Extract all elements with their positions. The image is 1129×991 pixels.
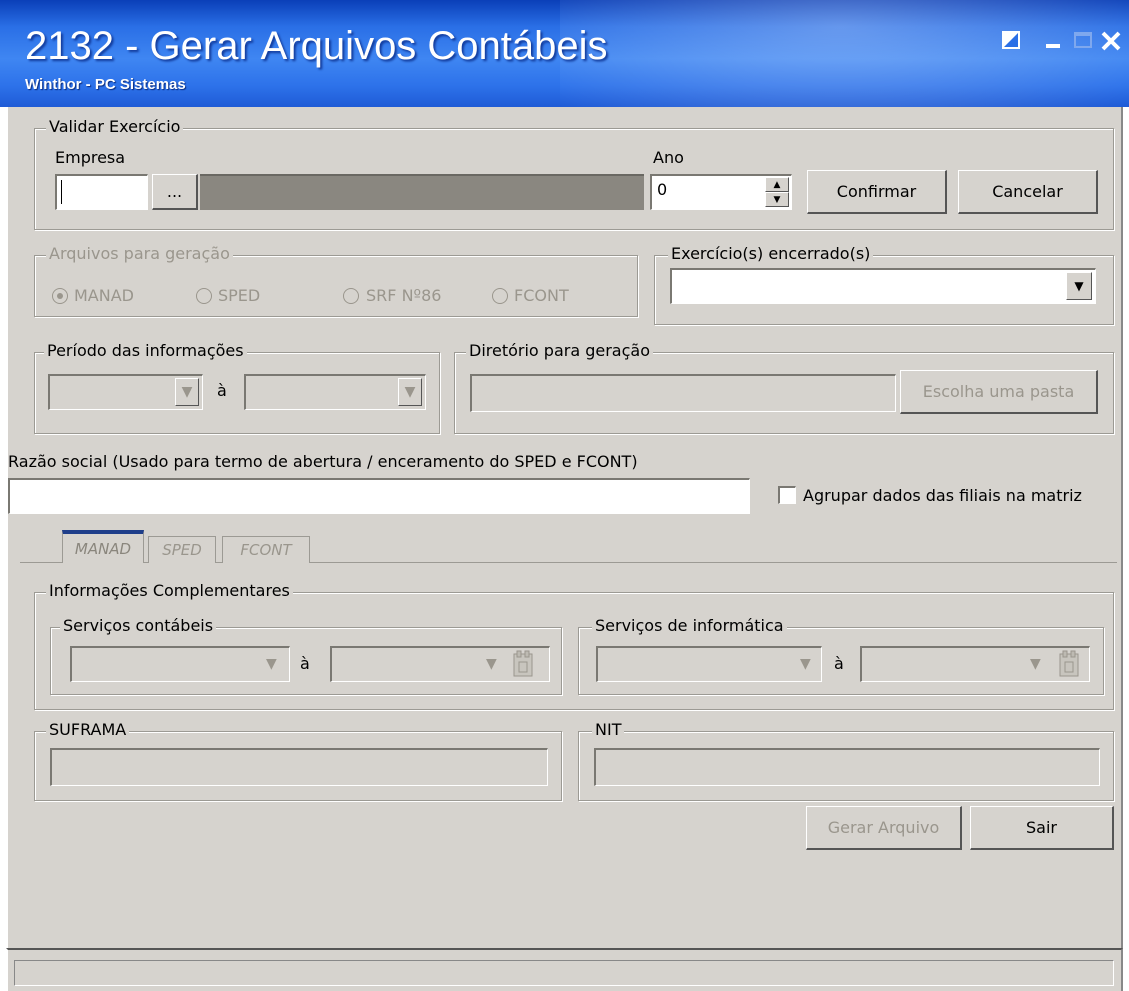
periodo-separator: à	[217, 381, 227, 400]
nit-legend: NIT	[592, 720, 625, 740]
radio-sped[interactable]	[196, 288, 212, 304]
informatica-separator: à	[834, 654, 844, 673]
tab-fcont[interactable]: FCONT	[222, 536, 310, 563]
ano-label: Ano	[653, 148, 684, 167]
informatica-fim-chevron-icon[interactable]: ▼	[1030, 656, 1041, 672]
maximize-icon[interactable]	[1072, 30, 1094, 52]
arquivos-legend: Arquivos para geração	[46, 244, 233, 264]
exercicios-select[interactable]	[670, 268, 1096, 304]
radio-sped-label: SPED	[218, 286, 261, 305]
sair-button[interactable]: Sair	[970, 806, 1114, 850]
empresa-lookup-button[interactable]: ...	[152, 174, 198, 210]
razao-social-input[interactable]	[8, 478, 750, 514]
empresa-input[interactable]	[55, 174, 148, 210]
tab-manad[interactable]: MANAD	[62, 530, 144, 563]
empresa-label: Empresa	[55, 148, 126, 167]
radio-manad-label: MANAD	[74, 286, 134, 305]
suframa-legend: SUFRAMA	[46, 720, 130, 740]
suframa-input[interactable]	[50, 748, 548, 786]
contabeis-fim-chevron-icon[interactable]: ▼	[486, 656, 497, 672]
minimize-icon[interactable]	[1042, 30, 1064, 52]
radio-manad[interactable]	[52, 288, 68, 304]
contabeis-legend: Serviços contábeis	[60, 616, 217, 636]
nit-input[interactable]	[594, 748, 1100, 786]
periodo-legend: Período das informações	[44, 341, 247, 361]
text-cursor	[61, 180, 62, 204]
contabeis-separator: à	[300, 654, 310, 673]
periodo-inicio-chevron-icon[interactable]: ▼	[175, 378, 199, 406]
contabeis-inicio-select[interactable]	[70, 646, 290, 682]
window-subtitle: Winthor - PC Sistemas	[25, 76, 186, 93]
radio-srf-label: SRF Nº86	[366, 286, 442, 305]
radio-srf[interactable]	[343, 288, 359, 304]
calendar-icon[interactable]	[512, 650, 534, 682]
escolha-pasta-button[interactable]: Escolha uma pasta	[900, 370, 1098, 414]
agrupar-checkbox[interactable]	[778, 486, 796, 504]
window-title: 2132 - Gerar Arquivos Contábeis	[25, 24, 608, 68]
spin-up-icon[interactable]: ▲	[765, 177, 789, 192]
status-panel	[14, 960, 1114, 986]
informatica-fim-select[interactable]	[860, 646, 1090, 682]
confirmar-button[interactable]: Confirmar	[807, 170, 947, 214]
cancelar-button[interactable]: Cancelar	[958, 170, 1098, 214]
calendar-icon-2[interactable]	[1058, 650, 1080, 682]
close-icon[interactable]	[1100, 30, 1122, 52]
razao-social-label: Razão social (Usado para termo de abertu…	[8, 452, 638, 471]
agrupar-label: Agrupar dados das filiais na matriz	[803, 486, 1082, 505]
periodo-fim-chevron-icon[interactable]: ▼	[398, 378, 422, 406]
informatica-inicio-select[interactable]	[596, 646, 822, 682]
validar-exercicio-legend: Validar Exercício	[46, 117, 184, 137]
spin-down-icon[interactable]: ▼	[765, 192, 789, 207]
diretorio-input[interactable]	[470, 374, 896, 412]
restore-icon[interactable]	[1000, 30, 1022, 52]
diretorio-legend: Diretório para geração	[466, 341, 653, 361]
gerar-arquivo-button[interactable]: Gerar Arquivo	[806, 806, 962, 850]
contabeis-inicio-chevron-icon[interactable]: ▼	[266, 656, 277, 672]
exercicios-legend: Exercício(s) encerrado(s)	[668, 244, 874, 264]
informatica-legend: Serviços de informática	[592, 616, 787, 636]
empresa-name-display	[200, 174, 644, 210]
radio-fcont-label: FCONT	[514, 286, 569, 305]
informatica-inicio-chevron-icon[interactable]: ▼	[800, 656, 811, 672]
chevron-down-icon[interactable]: ▼	[1066, 272, 1092, 300]
radio-fcont[interactable]	[492, 288, 508, 304]
tab-sped[interactable]: SPED	[148, 536, 216, 563]
complementares-legend: Informações Complementares	[46, 581, 293, 601]
